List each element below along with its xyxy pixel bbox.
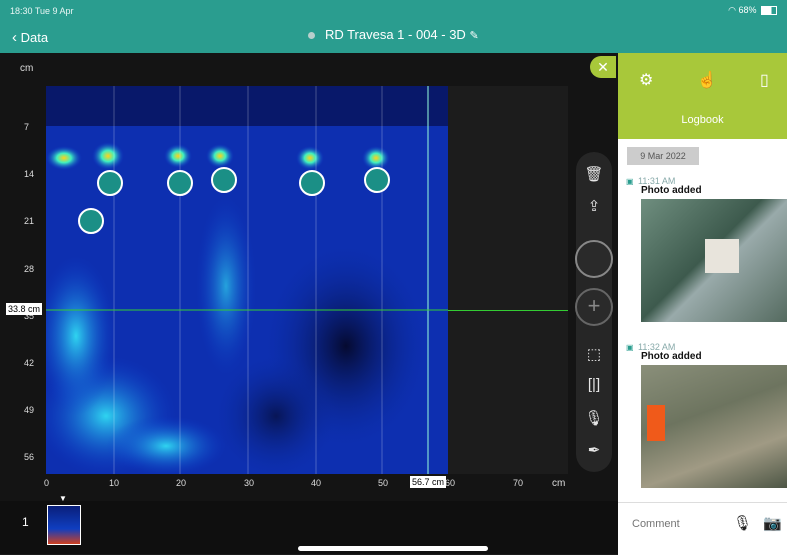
scan-thumbnail[interactable] xyxy=(47,505,81,545)
rebar-marker[interactable] xyxy=(211,167,237,193)
position-readout[interactable]: 56.7 cm xyxy=(410,476,447,488)
radar-heatmap[interactable] xyxy=(46,86,448,474)
pen-icon[interactable]: ✒ xyxy=(583,440,605,462)
comment-input[interactable] xyxy=(630,517,719,531)
book-icon[interactable]: ▯ xyxy=(760,70,769,90)
rebar-marker[interactable] xyxy=(299,170,325,196)
status-dot xyxy=(308,32,316,40)
trash-icon[interactable]: 🗑 xyxy=(583,164,605,186)
x-tick: 60 xyxy=(445,478,456,488)
page-title-text: RD Travesa 1 - 004 - 3D xyxy=(324,27,466,42)
touch-icon[interactable]: ☝ xyxy=(697,70,717,90)
y-tick: 21 xyxy=(24,216,35,226)
depth-readout[interactable]: 33.8 cm xyxy=(6,303,43,315)
wifi-icon: ◠ xyxy=(728,5,739,15)
x-tick: 10 xyxy=(109,478,120,488)
split-view-icon[interactable]: [|] xyxy=(583,374,605,396)
depth-unit: cm xyxy=(20,63,34,74)
rebar-marker[interactable] xyxy=(167,170,193,196)
close-logbook-button[interactable]: ✕ xyxy=(590,56,616,78)
x-unit: cm xyxy=(552,478,566,489)
home-indicator[interactable] xyxy=(298,546,488,551)
status-indicators: ◠ 68% xyxy=(728,5,777,16)
y-tick: 7 xyxy=(24,122,30,132)
y-tick: 28 xyxy=(24,264,35,274)
horizontal-cursor-line[interactable] xyxy=(448,310,568,311)
battery-percent: 68% xyxy=(738,5,757,15)
logbook-header xyxy=(618,53,787,139)
camera-icon[interactable]: 📷 xyxy=(763,514,782,532)
y-tick: 56 xyxy=(24,452,35,462)
page-number: 1 xyxy=(22,515,29,529)
microphone-icon[interactable]: 🎙 xyxy=(733,514,752,532)
y-tick: 14 xyxy=(24,169,35,179)
date-badge: 9 Mar 2022 xyxy=(627,147,699,165)
rebar-marker-selected[interactable] xyxy=(78,208,104,234)
x-tick: 0 xyxy=(44,478,50,488)
entry-caption: Photo added xyxy=(641,351,702,362)
settings-icon[interactable]: ⚙ xyxy=(639,70,653,90)
empty-scan-region xyxy=(448,86,568,474)
rebar-marker[interactable] xyxy=(364,167,390,193)
photo-thumbnail[interactable] xyxy=(641,199,787,322)
photo-entry-icon: ▣ xyxy=(626,343,634,352)
select-area-icon[interactable]: ⬚ xyxy=(583,344,605,366)
record-button[interactable] xyxy=(575,240,613,278)
y-tick: 42 xyxy=(24,358,35,368)
x-tick: 30 xyxy=(244,478,255,488)
x-tick: 40 xyxy=(311,478,322,488)
y-tick: 49 xyxy=(24,405,35,415)
photo-thumbnail[interactable] xyxy=(641,365,787,488)
microphone-icon[interactable]: 🎙 xyxy=(583,408,605,430)
share-icon[interactable]: ⇪ xyxy=(583,196,605,218)
thumb-pointer-icon: ▼ xyxy=(59,494,67,503)
status-time: 18:30 Tue 9 Apr xyxy=(10,6,74,16)
battery-icon xyxy=(761,6,777,16)
x-tick: 50 xyxy=(378,478,389,488)
logbook-title: Logbook xyxy=(681,114,724,126)
entry-caption: Photo added xyxy=(641,185,702,196)
rebar-marker[interactable] xyxy=(97,170,123,196)
photo-panel-detail xyxy=(705,239,739,273)
photo-worker-detail xyxy=(647,405,665,441)
pencil-icon[interactable]: ✎ xyxy=(469,30,478,42)
photo-entry-icon: ▣ xyxy=(626,177,634,186)
x-tick: 70 xyxy=(513,478,524,488)
add-button[interactable]: + xyxy=(575,288,613,326)
page-title: RD Travesa 1 - 004 - 3D ✎ xyxy=(0,27,787,42)
x-tick: 20 xyxy=(176,478,187,488)
